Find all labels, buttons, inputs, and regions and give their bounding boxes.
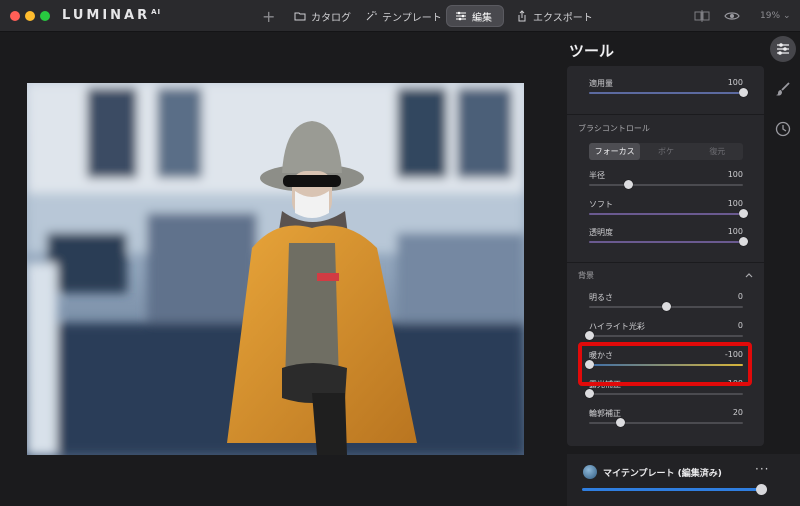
template-thumbnail-icon — [583, 465, 597, 479]
tab-restore[interactable]: 復元 — [692, 143, 743, 160]
radius-value: 100 — [727, 170, 743, 179]
amount-label: 適用量 — [589, 79, 613, 88]
edges-knob[interactable] — [615, 418, 625, 427]
softness-track[interactable] — [589, 213, 743, 215]
annotation-highlight-box — [578, 342, 752, 386]
templates-tab[interactable]: テンプレート — [357, 5, 450, 27]
share-icon — [518, 10, 526, 22]
export-tab[interactable]: エクスポート — [508, 5, 601, 27]
photo-image — [27, 83, 524, 455]
divider — [567, 114, 764, 115]
app-logo: LUMINARAI — [62, 8, 162, 23]
magic-wand-icon — [366, 11, 377, 21]
catalog-tab-label: カタログ — [311, 12, 351, 24]
template-amount-knob[interactable] — [756, 484, 767, 495]
radius-track[interactable] — [589, 184, 743, 186]
edit-tab[interactable]: 編集 — [446, 5, 504, 27]
template-name: マイテンプレート (編集済み) — [603, 469, 722, 479]
compare-icon[interactable] — [694, 9, 710, 23]
close-window-button[interactable] — [10, 11, 20, 21]
amount-value: 100 — [727, 78, 743, 87]
highlights-label: ハイライト光彩 — [589, 322, 645, 331]
edges-track[interactable] — [589, 422, 743, 424]
highlights-value: 0 — [737, 321, 743, 330]
catalog-tab[interactable]: カタログ — [286, 5, 359, 27]
edges-value: 20 — [732, 408, 743, 417]
softness-value: 100 — [727, 199, 743, 208]
clock-icon — [775, 121, 791, 137]
exposure-track[interactable] — [589, 393, 743, 395]
tools-sliders-button[interactable] — [770, 36, 796, 62]
eye-icon[interactable] — [724, 9, 740, 23]
brush-control-title: ブラシコントロール — [578, 124, 650, 133]
edit-tab-label: 編集 — [472, 12, 492, 24]
divider — [567, 262, 764, 263]
photo-preview[interactable] — [27, 83, 524, 455]
brush-button[interactable] — [770, 76, 796, 102]
chevron-up-icon[interactable] — [744, 270, 754, 280]
opacity-track[interactable] — [589, 241, 743, 243]
background-section-title: 背景 — [578, 271, 594, 280]
template-amount-track[interactable] — [582, 488, 761, 491]
tab-focus[interactable]: フォーカス — [589, 143, 641, 160]
templates-tab-label: テンプレート — [382, 12, 442, 24]
amount-track[interactable] — [589, 92, 743, 94]
radius-label: 半径 — [589, 171, 605, 180]
zoom-window-button[interactable] — [40, 11, 50, 21]
more-options-button[interactable]: ··· — [755, 462, 769, 476]
highlights-track[interactable] — [589, 335, 743, 337]
template-bar: マイテンプレート (編集済み) ··· — [567, 454, 800, 506]
highlights-knob[interactable] — [585, 331, 594, 340]
add-photos-button[interactable]: + — [262, 5, 275, 27]
amount-knob[interactable] — [739, 88, 748, 97]
minimize-window-button[interactable] — [25, 11, 35, 21]
tool-settings-panel: 適用量 100 ブラシコントロール フォーカス ボケ 復元 半径 100 ソフト… — [567, 66, 764, 446]
edges-label: 輪郭補正 — [589, 409, 621, 418]
brush-mode-segmented-control: フォーカス ボケ 復元 — [589, 143, 743, 160]
opacity-knob[interactable] — [739, 237, 748, 246]
side-toolbar — [770, 36, 798, 156]
opacity-value: 100 — [727, 227, 743, 236]
softness-label: ソフト — [589, 200, 613, 209]
brush-icon — [776, 82, 790, 96]
softness-knob[interactable] — [739, 209, 748, 218]
chevron-down-icon: ⌄ — [783, 11, 791, 21]
folder-icon — [294, 12, 306, 21]
zoom-menu[interactable]: 19% ⌄ — [760, 9, 791, 23]
sliders-icon — [456, 11, 466, 21]
sliders-icon — [777, 43, 789, 55]
opacity-label: 透明度 — [589, 228, 613, 237]
tools-panel-title: ツール — [569, 42, 615, 60]
exposure-knob[interactable] — [585, 389, 594, 398]
zoom-level: 19% — [760, 11, 781, 21]
export-tab-label: エクスポート — [533, 12, 593, 24]
title-bar: LUMINARAI + カタログ テンプレート 編集 エクスポート 19% ⌄ — [0, 0, 800, 32]
brightness-value: 0 — [737, 292, 743, 301]
radius-knob[interactable] — [623, 180, 633, 189]
brightness-knob[interactable] — [662, 302, 671, 311]
tab-bokeh[interactable]: ボケ — [640, 143, 691, 160]
brightness-label: 明るさ — [589, 293, 613, 302]
history-button[interactable] — [770, 116, 796, 142]
